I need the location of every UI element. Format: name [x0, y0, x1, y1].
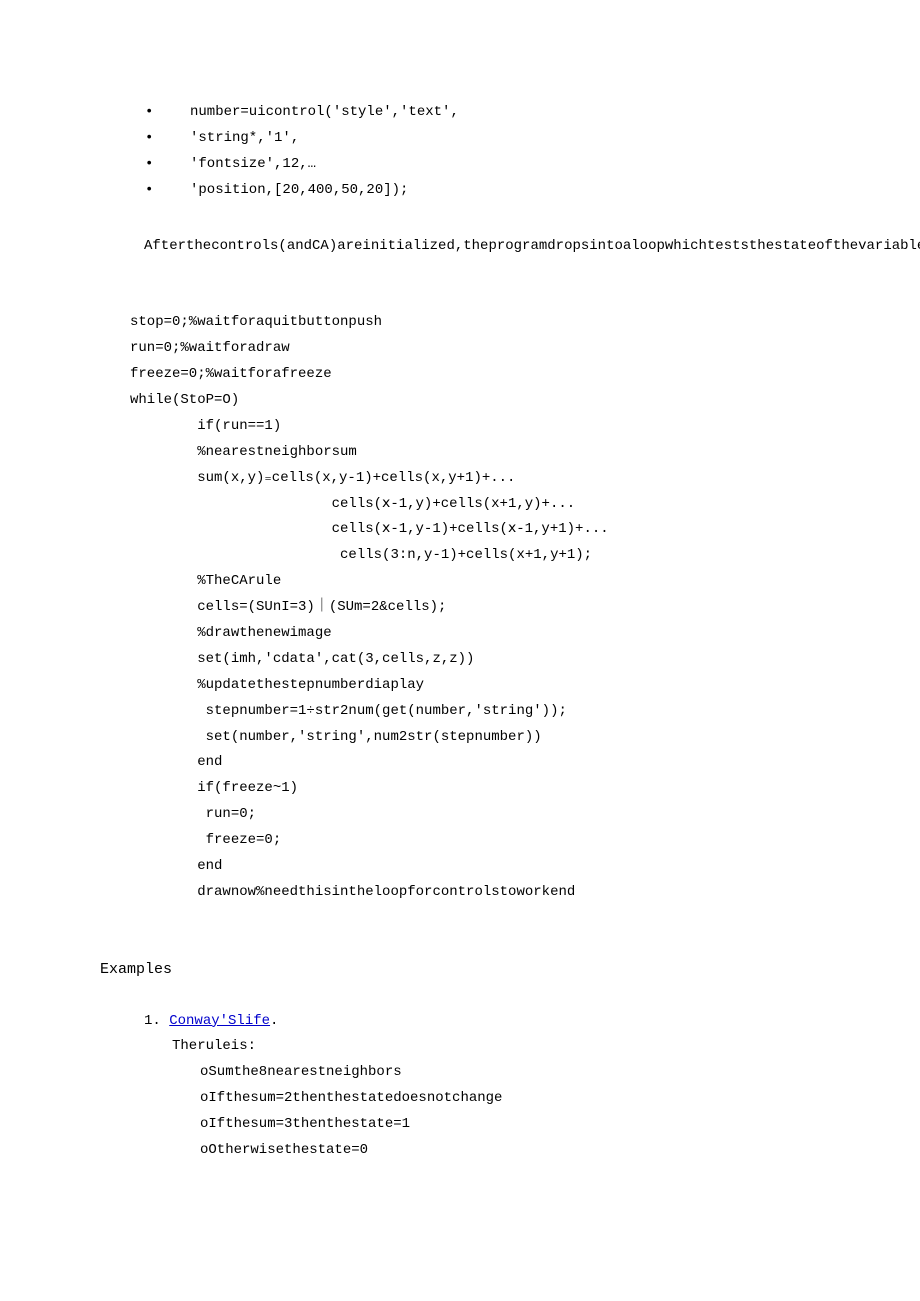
code-line: if(run==1): [130, 418, 281, 434]
code-line: %updatethestepnumberdiaplay: [130, 677, 424, 693]
bullet-list: number=uicontrol('style','text', 'string…: [130, 100, 830, 204]
code-line: set(number,'string',num2str(stepnumber)): [130, 729, 542, 745]
bullet-item: 'position,[20,400,50,20]);: [130, 178, 830, 204]
code-line: sum(x,y)₌cells(x,y-1)+cells(x,y+1)+...: [130, 470, 515, 486]
period: .: [270, 1013, 278, 1029]
code-line: %TheCArule: [130, 573, 281, 589]
bullet-item: number=uicontrol('style','text',: [130, 100, 830, 126]
code-line: end: [130, 858, 222, 874]
code-line: freeze=0;%waitforafreeze: [130, 366, 332, 382]
rule-sublist: oSumthe8nearestneighbors oIfthesum=2then…: [172, 1060, 830, 1164]
code-line: run=0;%waitforadraw: [130, 340, 290, 356]
code-block: stop=0;%waitforaquitbuttonpush run=0;%wa…: [130, 284, 830, 905]
rule-item: oOtherwisethestate=0: [200, 1138, 830, 1164]
code-line: end: [130, 754, 222, 770]
example-number: 1.: [144, 1009, 161, 1035]
bullet-item: 'string*,'1',: [130, 126, 830, 152]
example-item: 1. Conway'Slife. Theruleis: oSumthe8near…: [144, 1009, 830, 1164]
code-line: run=0;: [130, 806, 256, 822]
code-line: drawnow%needthisintheloopforcontrolstowo…: [130, 884, 575, 900]
rule-label: Theruleis:: [172, 1034, 830, 1060]
code-line: freeze=0;: [130, 832, 281, 848]
code-line: cells=(SUnI=3)｜(SUm=2&cells);: [130, 599, 446, 615]
code-line: cells(ⅹ-1,y)+cells(x+1,y)+...: [130, 496, 575, 512]
examples-list: 1. Conway'Slife. Theruleis: oSumthe8near…: [130, 1009, 830, 1164]
paragraph: Afterthecontrols(andCA)areinitialized,th…: [144, 234, 830, 260]
examples-heading: Examples: [100, 956, 830, 984]
code-line: %nearestneighborsum: [130, 444, 357, 460]
code-line: %drawthenewimage: [130, 625, 332, 641]
document-page: number=uicontrol('style','text', 'string…: [0, 0, 920, 1252]
rule-item: oIfthesum=3thenthestate=1: [200, 1112, 830, 1138]
rule-item: oSumthe8nearestneighbors: [200, 1060, 830, 1086]
code-line: cells(ⅹ-1,y-1)+cells(ⅹ-1,y+1)+...: [130, 521, 609, 537]
conways-life-link[interactable]: Conway'Slife: [169, 1013, 270, 1029]
bullet-item: 'fontsize',12,…: [130, 152, 830, 178]
code-line: stepnumber=1÷str2num(get(number,'string'…: [130, 703, 567, 719]
code-line: while(StoP=O): [130, 392, 239, 408]
code-line: set(imh,'cdata',cat(3,cells,z,z)): [130, 651, 474, 667]
code-line: stop=0;%waitforaquitbuttonpush: [130, 314, 382, 330]
code-line: cells(3:n,y-1)+cells(x+1,y+1);: [130, 547, 592, 563]
rule-item: oIfthesum=2thenthestatedoesnotchange: [200, 1086, 830, 1112]
code-line: if(freeze~1): [130, 780, 298, 796]
